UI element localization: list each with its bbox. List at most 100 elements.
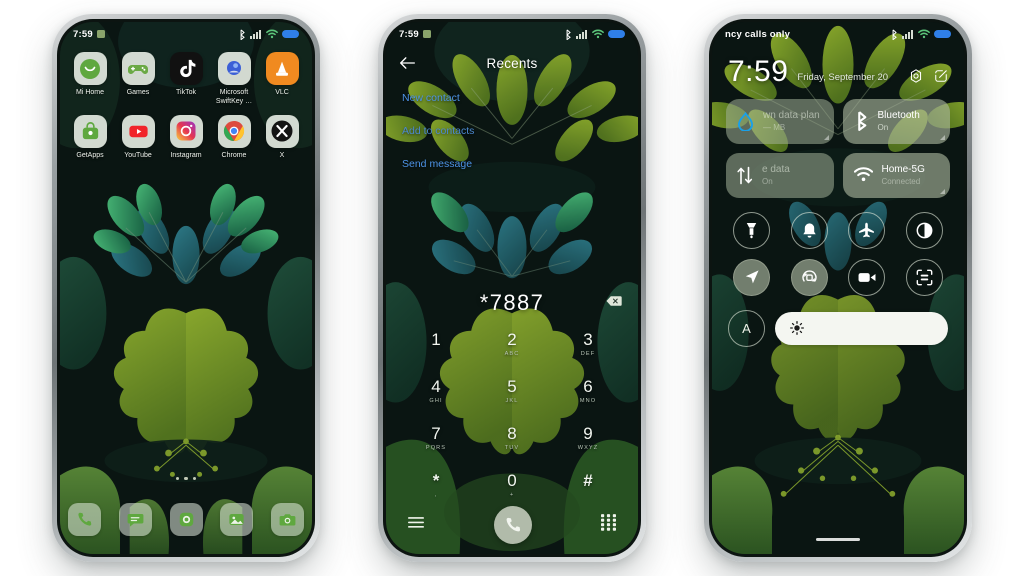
key-digit: 8 [507,423,517,443]
youtube-icon [121,114,155,148]
key-digit: 9 [583,423,593,443]
key-6[interactable]: 6 MNO [550,369,626,412]
quick-settings-panel: 7:59 Friday, September 20 wn data plan —… [712,22,964,554]
qs-brightness-row: A [712,296,964,347]
app-chrome[interactable]: Chrome [210,114,258,161]
call-icon [506,517,520,532]
expand-corner-icon[interactable] [823,134,829,140]
mobile-data-icon [737,166,753,184]
brightness-slider[interactable] [775,311,948,345]
mi-home-icon [73,52,107,85]
dial-number-row: *7887 [386,290,638,316]
suggestion-add-to-contacts[interactable]: Add to contacts [402,125,638,137]
app-mi-home[interactable]: Mi Home [66,52,114,107]
key-8[interactable]: 8 TUV [474,416,550,459]
key-4[interactable]: 4 GHI [398,369,474,412]
key-7[interactable]: 7 PQRS [398,416,474,459]
app-x[interactable]: X [258,114,306,161]
toggle-qr-scan[interactable] [905,258,943,296]
battery-icon [608,29,625,39]
app-label: TikTok [176,89,196,96]
backspace-icon[interactable] [606,294,622,312]
app-tiktok[interactable]: TikTok [162,52,210,107]
toggle-flashlight[interactable] [733,211,771,249]
toggle-ring-mode[interactable] [790,211,828,249]
toggle-screen-recorder[interactable] [848,258,886,296]
app-label: GetApps [76,151,104,159]
app-games[interactable]: Games [114,52,162,107]
dock-item-camera[interactable] [271,503,304,536]
dock-item-phone[interactable] [68,503,101,536]
key-sub: JKL [505,397,519,404]
qs-tile-text: wn data plan — MB [763,110,820,132]
expand-corner-icon[interactable] [940,134,945,140]
key-5[interactable]: 5 JKL [474,369,550,412]
home-indicator[interactable] [816,538,860,541]
app-instagram[interactable]: Instagram [162,114,210,161]
home-app-grid: Mi Home Games TikTok Microsoft SwiftKey … [60,52,312,160]
page-indicator [60,476,312,480]
qs-tile-mobile-data[interactable]: e data On [726,152,834,198]
status-bar-clock: 7:59 [399,28,419,40]
key-digit: 1 [431,329,441,349]
key-digit: 5 [507,376,517,396]
menu-icon[interactable] [408,516,424,534]
key-sub [587,492,590,498]
qs-tile-text: e data On [762,164,790,186]
dock-item-messages[interactable] [118,503,152,536]
qr-scan-icon [916,269,933,285]
status-bar-left: 7:59 [399,29,431,40]
key-3[interactable]: 3 DEF [550,322,626,365]
qs-tile-text: Home-5G Connected [882,164,925,186]
gear-icon[interactable] [909,68,923,83]
qs-tile-text: Bluetooth On [878,110,920,132]
qs-tile-title: Home-5G [881,164,925,175]
suggestion-new-contact[interactable]: New contact [402,92,638,104]
qs-toggle-grid [712,198,964,296]
toggle-location[interactable] [733,258,771,296]
key-9[interactable]: 9 WXYZ [550,416,626,459]
qs-tile-wifi[interactable]: Home-5G Connected [842,152,950,198]
keypad-icon[interactable] [601,514,616,536]
app-label: Chrome [221,151,247,159]
dock-item-browser[interactable] [169,503,203,536]
key-sub: + [509,491,515,498]
suggestion-send-message[interactable]: Send message [402,158,638,170]
qs-tile-bluetooth[interactable]: Bluetooth On [842,98,950,144]
app-label: Games [126,89,150,96]
dock-item-gallery[interactable] [220,503,254,536]
app-swiftkey[interactable]: Microsoft SwiftKey … [210,52,258,107]
app-getapps[interactable]: GetApps [66,114,114,161]
key-digit: 2 [507,329,517,349]
dialed-number[interactable]: *7887 [480,290,545,316]
toggle-airplane-mode[interactable] [848,211,886,249]
key-2[interactable]: 2 ABC [474,322,550,365]
call-button[interactable] [493,506,532,544]
toggle-dark-mode[interactable] [905,211,943,249]
toggle-auto-brightness[interactable]: A [728,309,765,347]
app-label: Mi Home [75,89,104,96]
key-0[interactable]: 0 + [474,463,550,506]
phone-dialer-screen: 7:59 Recents New contact Add to contacts… [378,14,646,562]
phone-bezel: 7:59 [57,19,315,557]
app-youtube[interactable]: YouTube [114,114,162,161]
chrome-icon [217,114,251,148]
qs-tile-data-plan[interactable]: wn data plan — MB [726,98,834,144]
phone-screen: 7:59 [386,22,638,554]
expand-corner-icon[interactable] [940,188,945,194]
toggle-auto-rotate[interactable] [790,258,828,296]
phone-bezel: ncy calls only 7:59 Friday, September 20… [709,19,967,557]
qs-tile-title: Bluetooth [877,110,920,121]
key-1[interactable]: 1 [398,322,474,365]
status-bar: 7:59 [60,22,312,46]
edit-icon[interactable] [934,69,948,83]
key-star[interactable]: * , [398,463,474,506]
key-sub: WXYZ [577,444,599,451]
key-hash[interactable]: # [550,463,626,506]
app-vlc[interactable]: VLC [258,52,306,107]
bluetooth-icon [566,29,571,40]
key-digit: # [583,470,593,490]
status-bar: 7:59 [386,22,638,46]
carrier-status-text: ncy calls only [725,28,791,40]
dialer-bottom-bar [386,506,638,544]
